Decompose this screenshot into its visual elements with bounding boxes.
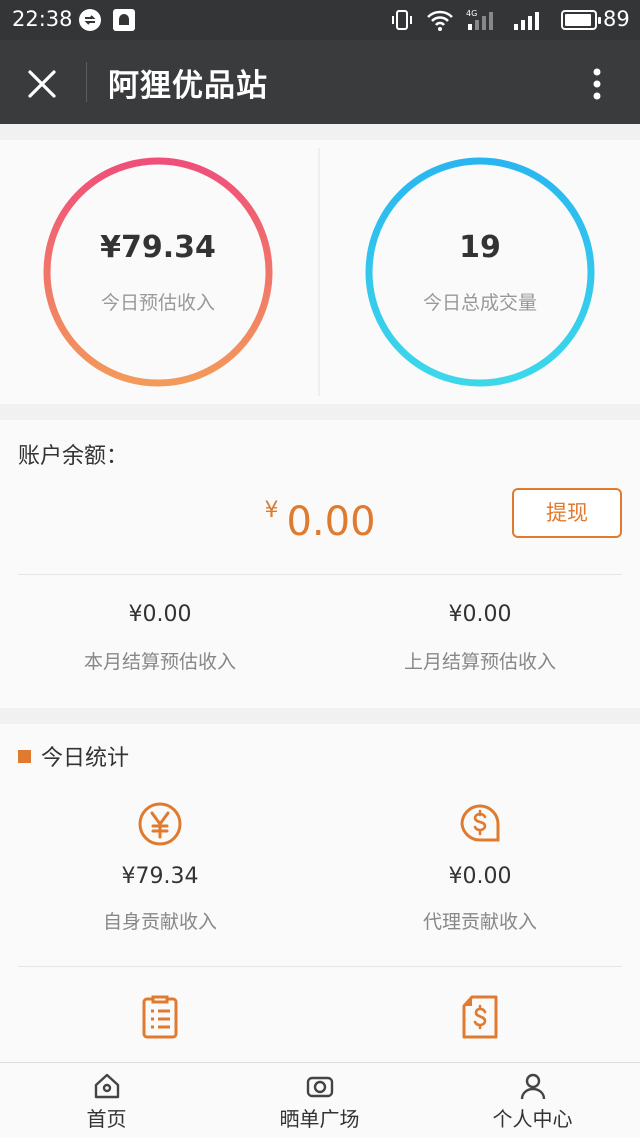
agent-income-label: 代理贡献收入 xyxy=(422,911,537,933)
this-month-income: ¥0.00 本月结算预估收入 xyxy=(0,602,320,674)
volume-ring: 19 今日总成交量 xyxy=(364,156,596,388)
this-month-value: ¥0.00 xyxy=(128,602,192,627)
section-marker xyxy=(18,750,31,763)
dollar-document-icon xyxy=(462,995,498,1039)
today-stats-title: 今日统计 xyxy=(18,740,129,772)
battery-icon xyxy=(561,10,601,30)
nav-home-label: 首页 xyxy=(86,1107,127,1131)
person-icon xyxy=(520,1073,545,1100)
agent-income-stat[interactable]: ¥0.00 代理贡献收入 xyxy=(320,800,640,934)
self-income-stat[interactable]: ¥79.34 自身贡献收入 xyxy=(0,800,320,934)
self-income-label: 自身贡献收入 xyxy=(102,911,217,933)
today-income-label: 今日预估收入 xyxy=(100,292,215,314)
last-month-value: ¥0.00 xyxy=(448,602,512,627)
nav-home[interactable]: 首页 xyxy=(0,1063,213,1138)
vibrate-icon xyxy=(390,8,414,36)
balance-card: 账户余额： ¥0.00 提现 ¥0.00 本月结算预估收入 ¥0.00 上月结算… xyxy=(0,420,640,708)
overview-divider xyxy=(318,148,320,396)
signal-4g-icon: 4G xyxy=(466,8,502,36)
balance-currency: ¥ xyxy=(264,498,279,523)
battery-percent: 89 xyxy=(603,7,630,31)
home-icon xyxy=(94,1073,119,1099)
today-stats-card: 今日统计 ¥79.34 自身贡献收入 ¥0.00 代理贡献收入 xyxy=(0,724,640,1068)
today-volume-value: 19 xyxy=(459,230,501,265)
signal-icon xyxy=(512,8,548,36)
income-ring-graphic xyxy=(43,157,273,387)
today-stats-title-text: 今日统计 xyxy=(41,746,130,771)
settlement-stat[interactable] xyxy=(320,994,640,1040)
page-title: 阿狸优品站 xyxy=(108,68,268,104)
balance-title: 账户余额： xyxy=(18,444,129,469)
income-ring: ¥79.34 今日预估收入 xyxy=(42,156,274,388)
withdraw-button[interactable]: 提现 xyxy=(512,488,622,538)
nav-profile[interactable]: 个人中心 xyxy=(426,1063,639,1138)
close-icon[interactable] xyxy=(20,62,64,106)
list-document-icon xyxy=(142,995,178,1039)
last-month-label: 上月结算预估收入 xyxy=(403,651,556,673)
nav-share-square[interactable]: 晒单广场 xyxy=(213,1063,426,1138)
today-income-value: ¥79.34 xyxy=(100,230,216,265)
balance-amount-value: 0.00 xyxy=(286,499,376,545)
today-stats-divider xyxy=(18,966,622,967)
dollar-tag-icon xyxy=(460,804,500,842)
notification-app-icon xyxy=(112,8,136,36)
self-income-value: ¥79.34 xyxy=(121,864,199,889)
balance-divider xyxy=(18,574,622,575)
status-bar: 22:38 4G 89 xyxy=(0,0,640,40)
sync-icon xyxy=(78,8,102,36)
title-divider xyxy=(86,62,87,102)
today-volume-label: 今日总成交量 xyxy=(422,292,537,314)
nav-share-square-label: 晒单广场 xyxy=(279,1107,360,1131)
agent-income-value: ¥0.00 xyxy=(448,864,512,889)
nav-profile-label: 个人中心 xyxy=(492,1107,573,1131)
overview-card: ¥79.34 今日预估收入 19 今日总成交量 xyxy=(0,140,640,404)
svg-text:4G: 4G xyxy=(466,9,477,18)
volume-ring-graphic xyxy=(365,157,595,387)
yuan-circle-icon xyxy=(138,802,182,846)
wifi-icon xyxy=(426,8,454,36)
status-time: 22:38 xyxy=(12,7,73,31)
this-month-label: 本月结算预估收入 xyxy=(83,651,236,673)
bottom-nav: 首页 晒单广场 个人中心 xyxy=(0,1062,640,1138)
last-month-income: ¥0.00 上月结算预估收入 xyxy=(320,602,640,674)
title-bar: 阿狸优品站 xyxy=(0,40,640,124)
order-list-stat[interactable] xyxy=(0,994,320,1040)
camera-icon xyxy=(306,1076,333,1098)
more-vertical-icon[interactable] xyxy=(582,62,612,106)
